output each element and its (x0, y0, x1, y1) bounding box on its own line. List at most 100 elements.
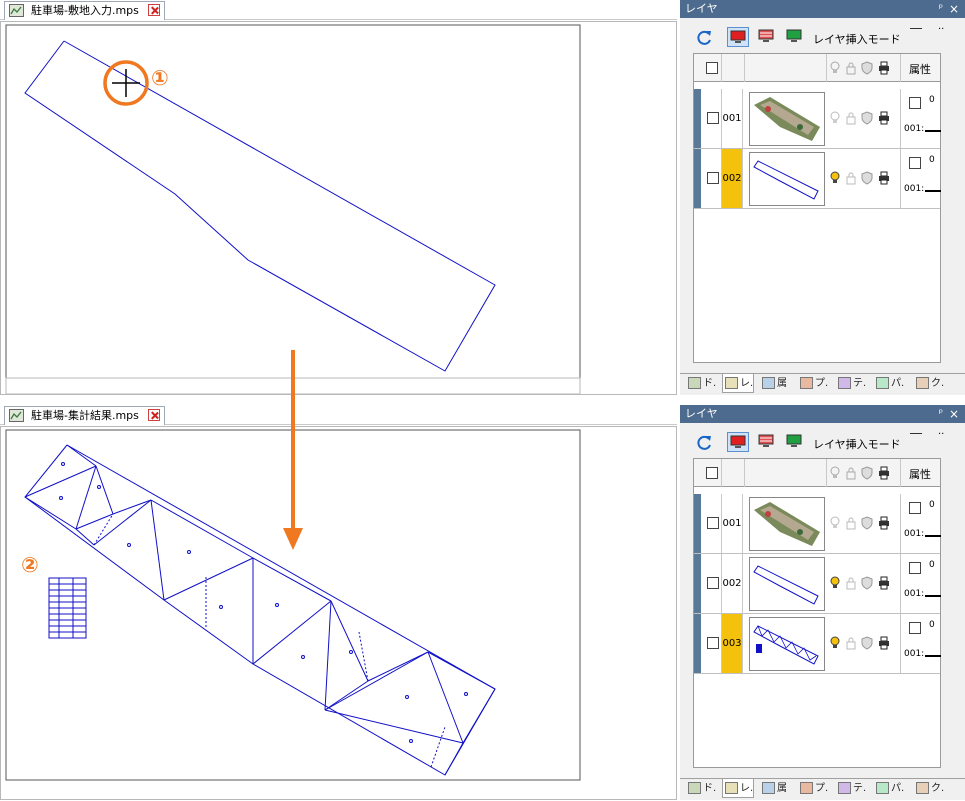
layer-insert-mode-label[interactable]: レイヤ挿入モード (813, 436, 901, 452)
tab-icon (876, 377, 889, 389)
tab-parts[interactable]: パ. (874, 779, 904, 798)
tab-drawing[interactable]: ド. (686, 374, 716, 393)
close-icon[interactable]: × (949, 405, 959, 423)
shield-icon[interactable] (861, 516, 873, 530)
tab-property[interactable]: プ. (798, 374, 828, 393)
attribute-prefix: 001: (904, 124, 925, 134)
layer-visible-checkbox[interactable] (707, 112, 719, 124)
attribute-header: 属性 (909, 468, 931, 481)
crosshair-cursor-icon (112, 69, 140, 97)
active-layer-button[interactable] (784, 432, 806, 452)
attribute-header: 属性 (909, 63, 931, 76)
printer-icon[interactable] (878, 171, 890, 185)
layer-attribute-cell: 0 001: (900, 89, 941, 148)
layer-insert-mode-label[interactable]: レイヤ挿入モード (813, 31, 901, 47)
monitor-striped-icon (758, 29, 774, 42)
tab-theme[interactable]: テ. (836, 374, 866, 393)
display-layer-button[interactable] (727, 432, 749, 452)
tab-clip[interactable]: ク. (914, 374, 944, 393)
triangulated-site-drawing (24, 444, 496, 776)
select-all-checkbox[interactable] (706, 467, 718, 479)
lock-icon[interactable] (845, 636, 857, 650)
toolbar-overflow-icon[interactable] (910, 28, 922, 29)
line-style-sample (925, 655, 941, 657)
step1-marker: ① (151, 66, 169, 90)
layer-row[interactable]: 001 0 001: (694, 494, 941, 554)
layer-visible-checkbox[interactable] (707, 172, 719, 184)
lightbulb-icon[interactable] (829, 171, 841, 185)
top-layer-grid: 属性 001 0 001: 002 0 001: (693, 53, 941, 363)
toolbar-dots-icon[interactable]: ·· (938, 429, 944, 440)
lightbulb-icon[interactable] (829, 111, 841, 125)
pin-icon[interactable]: ᵖ (939, 405, 943, 423)
attribute-checkbox[interactable] (909, 562, 921, 574)
layer-panel-title: レイヤ ᵖ × (680, 405, 965, 423)
printer-icon[interactable] (878, 636, 890, 650)
lock-icon[interactable] (845, 111, 857, 125)
lock-icon[interactable] (845, 576, 857, 590)
layer-visible-checkbox[interactable] (707, 517, 719, 529)
shield-icon[interactable] (861, 171, 873, 185)
lightbulb-icon[interactable] (829, 576, 841, 590)
layer-row-indicator (694, 554, 701, 613)
lock-icon[interactable] (845, 171, 857, 185)
close-icon[interactable] (148, 4, 161, 16)
site-boundary-outline (24, 40, 496, 372)
lock-icon[interactable] (845, 516, 857, 530)
tab-layer[interactable]: レ. (722, 374, 755, 393)
bottom-drawing-canvas[interactable]: ② (0, 426, 677, 800)
refresh-icon[interactable] (696, 434, 713, 451)
layer-row[interactable]: 002 0 001: (694, 149, 941, 209)
display-layer-button[interactable] (727, 27, 749, 47)
printer-icon[interactable] (878, 111, 890, 125)
layer-number: 002 (721, 554, 743, 613)
attribute-checkbox[interactable] (909, 502, 921, 514)
printer-icon[interactable] (878, 516, 890, 530)
shield-icon[interactable] (861, 576, 873, 590)
layer-row[interactable]: 002 0 001: (694, 554, 941, 614)
tab-layer[interactable]: レ. (722, 779, 755, 798)
top-drawing-svg (5, 24, 581, 395)
lock-icon (846, 62, 856, 75)
toolbar-dots-icon[interactable]: ·· (938, 24, 944, 35)
tab-parts[interactable]: パ. (874, 374, 904, 393)
layer-number: 001 (721, 494, 743, 553)
top-drawing-canvas[interactable]: ① (0, 21, 677, 395)
attribute-checkbox[interactable] (909, 157, 921, 169)
centroid-points (59, 462, 468, 743)
active-layer-button[interactable] (784, 27, 806, 47)
hide-layer-button[interactable] (756, 27, 778, 47)
lightbulb-icon (830, 61, 840, 73)
layer-visible-checkbox[interactable] (707, 637, 719, 649)
layer-attribute-cell: 0 001: (900, 149, 941, 208)
attribute-checkbox[interactable] (909, 97, 921, 109)
hide-layer-button[interactable] (756, 432, 778, 452)
pin-icon[interactable]: ᵖ (939, 0, 943, 18)
lightbulb-icon[interactable] (829, 516, 841, 530)
tab-clip[interactable]: ク. (914, 779, 944, 798)
printer-icon[interactable] (878, 576, 890, 590)
tab-theme[interactable]: テ. (836, 779, 866, 798)
attribute-checkbox[interactable] (909, 622, 921, 634)
top-document-tab[interactable]: 駐車場-敷地入力.mps (4, 1, 166, 20)
layer-row[interactable]: 001 0 001: (694, 89, 941, 149)
layer-visible-checkbox[interactable] (707, 577, 719, 589)
tab-drawing[interactable]: ド. (686, 779, 716, 798)
layer-panel-title-text: レイヤ (685, 2, 718, 15)
bottom-document-tab[interactable]: 駐車場-集計結果.mps (4, 406, 166, 425)
shield-icon[interactable] (861, 636, 873, 650)
tab-attribute[interactable]: 属 (760, 374, 787, 393)
select-all-checkbox[interactable] (706, 62, 718, 74)
monitor-red-icon (730, 30, 746, 43)
monitor-green-icon (786, 29, 802, 42)
close-icon[interactable]: × (949, 0, 959, 18)
tab-attribute[interactable]: 属 (760, 779, 787, 798)
refresh-icon[interactable] (696, 29, 713, 46)
layer-row[interactable]: 003 0 001: (694, 614, 941, 674)
toolbar-overflow-icon[interactable] (910, 433, 922, 434)
close-icon[interactable] (148, 409, 161, 421)
lock-icon (846, 467, 856, 480)
lightbulb-icon[interactable] (829, 636, 841, 650)
tab-property[interactable]: プ. (798, 779, 828, 798)
shield-icon[interactable] (861, 111, 873, 125)
